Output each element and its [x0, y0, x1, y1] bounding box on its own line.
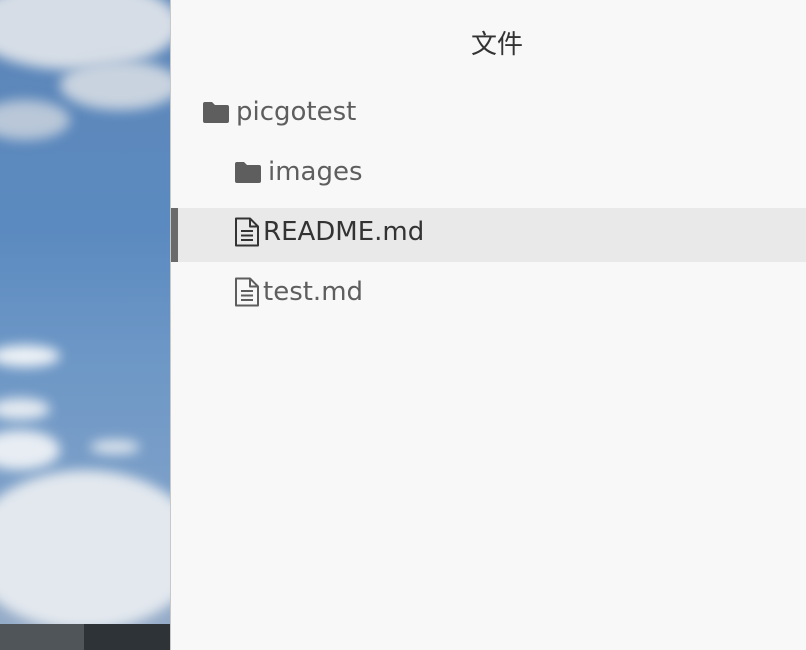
tree-item-picgotest[interactable]: picgotest: [171, 82, 806, 142]
taskbar: [0, 624, 170, 650]
desktop-wallpaper: [0, 0, 170, 650]
tree-item-label: images: [268, 157, 363, 187]
tree-item-test[interactable]: test.md: [171, 262, 806, 322]
tree-item-label: picgotest: [236, 97, 357, 127]
tree-item-label: test.md: [263, 277, 364, 307]
document-icon: [234, 217, 260, 247]
selection-marker: [171, 208, 178, 262]
taskbar-button[interactable]: [0, 624, 84, 650]
file-tree: picgotest images README.md test.md: [171, 82, 806, 322]
tree-item-readme[interactable]: README.md: [171, 202, 806, 262]
sidebar-title: 文件: [470, 30, 523, 60]
folder-icon: [202, 100, 230, 124]
tree-item-images[interactable]: images: [171, 142, 806, 202]
document-icon: [234, 277, 260, 307]
folder-icon: [234, 160, 262, 184]
file-sidebar: 文件 picgotest images README.md test.md: [170, 0, 806, 650]
app-window: 文件 picgotest images README.md test.md: [0, 0, 806, 650]
tree-item-label: README.md: [263, 217, 425, 247]
